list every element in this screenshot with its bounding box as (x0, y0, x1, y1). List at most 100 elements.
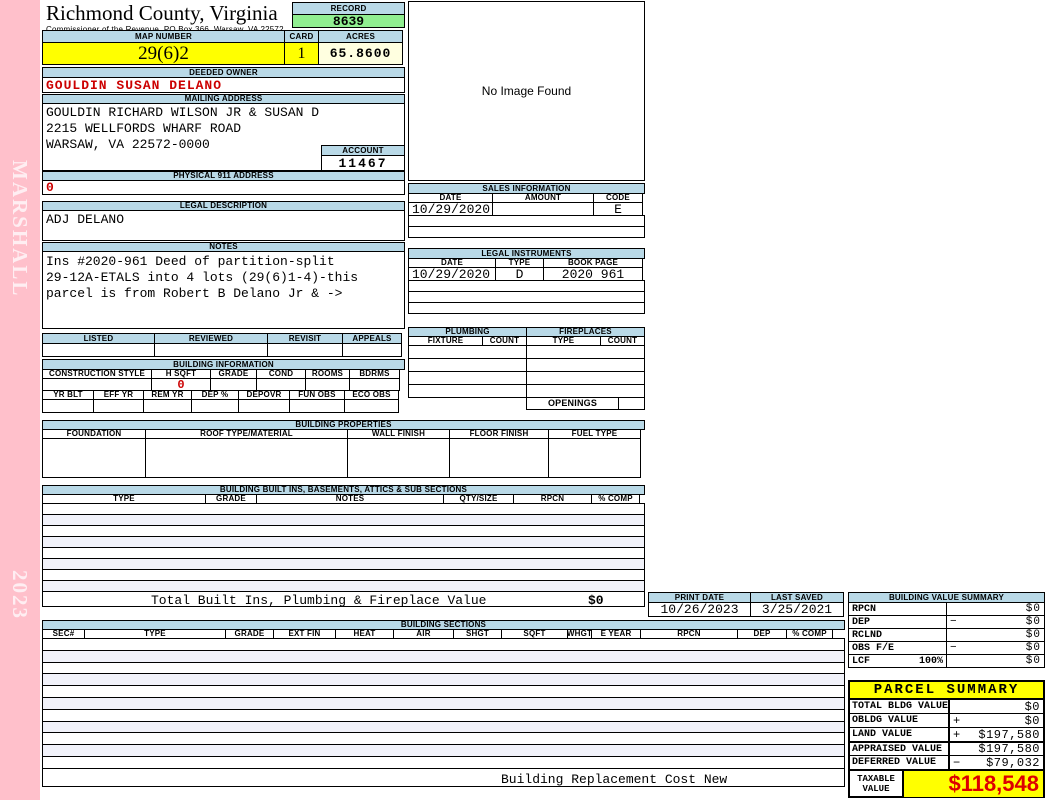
bs-col-rpcn: RPCN (640, 629, 738, 639)
mailing-line: GOULDIN RICHARD WILSON JR & SUSAN D (46, 105, 320, 120)
empty-row (408, 302, 645, 314)
bvs-row-obsfe: OBS F/E − $0 (848, 641, 1045, 655)
fireplaces-table: FIREPLACES TYPE COUNT OPENINGS (526, 327, 645, 410)
bvs-row-rclnd: RCLND $0 (848, 628, 1045, 642)
property-record-card: MARSHALL 2023 Richmond County, Virginia … (0, 0, 1050, 800)
card-value: 1 (284, 42, 319, 65)
yrblt-value (42, 399, 94, 413)
effyr-value (93, 399, 144, 413)
account-value: 11467 (321, 155, 405, 171)
listed-value (42, 343, 155, 357)
bvs-op: − (950, 616, 957, 628)
bvs-row-lcf: LCF 100% $0 (848, 654, 1045, 668)
county-title: Richmond County, Virginia (46, 1, 278, 25)
bvs-label: OBS F/E (852, 642, 895, 654)
bvs-row-rpcn: RPCN $0 (848, 602, 1045, 616)
ecoobs-value (344, 399, 399, 413)
photo-panel: No Image Found (408, 1, 645, 181)
physical-address-box: PHYSICAL 911 ADDRESS 0 (42, 171, 405, 195)
empty-row (526, 384, 645, 398)
building-value-summary: BUILDING VALUE SUMMARY RPCN $0 DEP − $0 R… (848, 592, 1045, 668)
building-sections-empty-rows (42, 638, 845, 769)
parcel-summary-title: PARCEL SUMMARY (850, 682, 1043, 700)
replacement-cost-label: Building Replacement Cost New (501, 771, 728, 787)
bs-col-eyear: E YEAR (591, 629, 641, 639)
legal-description-area: ADJ DELANO (42, 210, 405, 241)
sale-amount (492, 202, 594, 216)
built-ins-total-label: Total Built Ins, Plumbing & Fireplace Va… (151, 593, 487, 608)
bs-col-sqft: SQFT (501, 629, 568, 639)
year-watermark: 2023 (8, 570, 32, 620)
bvs-pct: 100% (918, 655, 943, 667)
bvs-value: $0 (1025, 629, 1041, 641)
built-ins-total-value: $0 (588, 593, 604, 608)
empty-row (526, 371, 645, 385)
parcel-value: $0 (1024, 713, 1040, 728)
taxable-value: $118,548 (904, 771, 1043, 797)
bs-col-extfin: EXT FIN (273, 629, 336, 639)
notes-line: Ins #2020-961 Deed of partition-split (46, 254, 335, 269)
parcel-label: DEFERRED VALUE (850, 756, 950, 769)
print-info-table: PRINT DATE LAST SAVED 10/26/2023 3/25/20… (648, 592, 845, 617)
bs-col-heat: HEAT (335, 629, 394, 639)
plumbing-empty-rows (408, 345, 527, 398)
notes-area: Ins #2020-961 Deed of partition-split 29… (42, 251, 405, 329)
print-date-value: 10/26/2023 (648, 602, 751, 617)
sales-information-table: SALES INFORMATION DATE AMOUNT CODE 10/29… (408, 183, 645, 238)
fireplaces-empty-rows (526, 345, 645, 398)
bs-col-type: TYPE (84, 629, 226, 639)
parcel-row-appraised: APPRAISED VALUE $197,580 (850, 742, 1043, 756)
instrument-row: 10/29/2020 D 2020 961 (408, 267, 645, 281)
parcel-value: $0 (1024, 699, 1040, 714)
legal-description-box: LEGAL DESCRIPTION ADJ DELANO (42, 201, 405, 241)
instrument-type: D (495, 267, 544, 281)
bs-col-grade: GRADE (225, 629, 274, 639)
plumbing-fireplaces: PLUMBING FIXTURE COUNT FIREPLACES TYPE C… (408, 327, 645, 410)
building-sections-table: BUILDING SECTIONS SEC# TYPE GRADE EXT FI… (42, 620, 845, 787)
instrument-bookpage: 2020 961 (543, 267, 643, 281)
last-saved-value: 3/25/2021 (750, 602, 844, 617)
plumbing-table: PLUMBING FIXTURE COUNT (408, 327, 527, 410)
map-card-acres: MAP NUMBER CARD ACRES 29(6)2 1 65.8600 (42, 30, 405, 65)
bs-col-sec: SEC# (42, 629, 85, 639)
openings-value (618, 397, 645, 410)
bs-col-comp: % COMP (786, 629, 833, 639)
fireplaces-col-type: TYPE (526, 336, 601, 346)
record-box: RECORD 8639 (292, 2, 405, 28)
sale-date: 10/29/2020 (408, 202, 493, 216)
empty-row (408, 384, 527, 398)
parcel-op: − (953, 755, 961, 770)
wall-finish-value (347, 438, 450, 478)
notes-line: parcel is from Robert B Delano Jr & -> (46, 286, 343, 301)
builtins-col-rpcn: RPCN (513, 494, 592, 504)
bvs-label: RCLND (852, 629, 883, 641)
builtins-col-comp: % COMP (591, 494, 640, 504)
deeded-owner-box: DEEDED OWNER GOULDIN SUSAN DELANO (42, 67, 405, 93)
fireplaces-col-count: COUNT (600, 336, 645, 346)
parcel-value: $79,032 (986, 755, 1040, 770)
foundation-value (42, 438, 146, 478)
bvs-label: DEP (852, 616, 871, 628)
bvs-value: $0 (1025, 655, 1041, 667)
builtins-col-qty: QTY/SIZE (443, 494, 514, 504)
empty-row (408, 371, 527, 385)
notes-line: 29-12A-ETALS into 4 lots (29(6)1-4)-this (46, 270, 359, 285)
empty-row (526, 345, 645, 359)
empty-row (408, 345, 527, 359)
parcel-row-obldg: OBLDG VALUE + $0 (850, 714, 1043, 728)
acres-value: 65.8600 (318, 42, 403, 65)
sales-empty-rows (408, 215, 645, 238)
dep-value (191, 399, 239, 413)
openings-label: OPENINGS (526, 397, 619, 410)
building-properties-table: BUILDING PROPERTIES FOUNDATION ROOF TYPE… (42, 420, 645, 478)
bvs-label: LCF (852, 655, 871, 667)
building-sections-footer: Building Replacement Cost New (42, 767, 845, 787)
sale-code: E (593, 202, 643, 216)
parcel-row-total-bldg: TOTAL BLDG VALUE $0 (850, 700, 1043, 714)
mailing-address-area: GOULDIN RICHARD WILSON JR & SUSAN D 2215… (42, 103, 405, 171)
bvs-value: $0 (1025, 642, 1041, 654)
bvs-value: $0 (1025, 616, 1041, 628)
parcel-label: OBLDG VALUE (850, 714, 950, 727)
sales-row: 10/29/2020 E (408, 202, 645, 216)
bs-col-shgt: SHGT (453, 629, 502, 639)
